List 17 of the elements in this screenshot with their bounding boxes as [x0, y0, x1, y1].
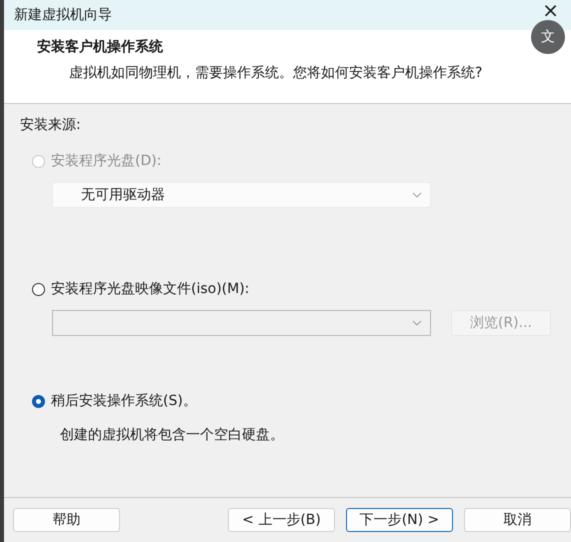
- dialog-button[interactable]: < 上一步(B): [228, 508, 335, 532]
- window-title: 新建虚拟机向导: [14, 6, 112, 24]
- chevron-icon: [412, 320, 422, 326]
- option-label: 稍后安装操作系统(S)。: [51, 392, 197, 410]
- dialog-button[interactable]: 下一步(N) >: [346, 508, 453, 532]
- radio-button[interactable]: [32, 394, 45, 408]
- option-label: 安装程序光盘映像文件(iso)(M):: [51, 280, 250, 298]
- close-button[interactable]: ×: [542, 2, 559, 18]
- chevron-icon: [412, 192, 422, 198]
- dialog-button[interactable]: 帮助: [13, 508, 120, 532]
- option-description: 创建的虚拟机将包含一个空白硬盘。: [60, 426, 284, 444]
- section-label: 安装来源:: [20, 116, 81, 134]
- option-label: 安装程序光盘(D):: [51, 152, 162, 170]
- page-subtitle: 虚拟机如同物理机，需要操作系统。您将如何安装客户机操作系统?: [69, 64, 482, 82]
- page-heading: 安装客户机操作系统: [37, 38, 163, 56]
- dialog-button[interactable]: 取消: [464, 508, 571, 532]
- radio-button[interactable]: [32, 282, 45, 296]
